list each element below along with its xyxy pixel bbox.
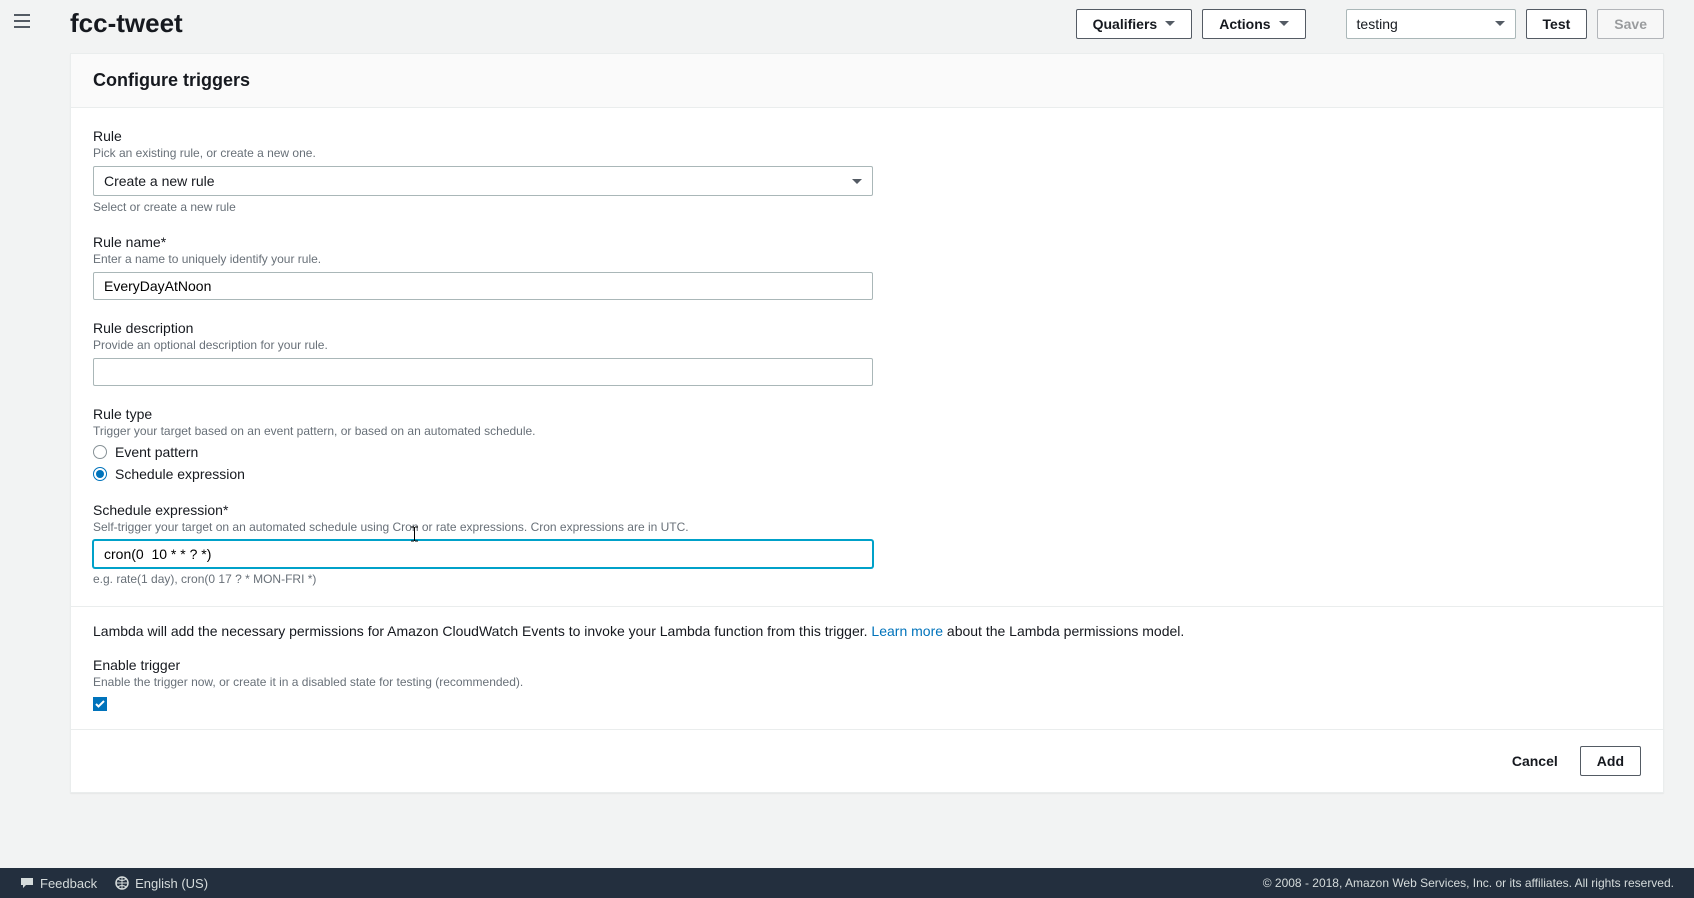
test-event-value: testing [1357, 16, 1398, 32]
rule-hint: Pick an existing rule, or create a new o… [93, 146, 873, 160]
footer-bar: Feedback English (US) © 2008 - 2018, Ama… [0, 868, 1694, 898]
rule-type-label: Rule type [93, 406, 873, 422]
radio-schedule-label: Schedule expression [115, 466, 245, 482]
rule-below-hint: Select or create a new rule [93, 200, 873, 214]
rule-name-hint: Enter a name to uniquely identify your r… [93, 252, 873, 266]
radio-event-pattern[interactable]: Event pattern [93, 444, 873, 460]
test-button[interactable]: Test [1526, 9, 1588, 39]
schedule-example: e.g. rate(1 day), cron(0 17 ? * MON-FRI … [93, 572, 873, 586]
rule-type-hint: Trigger your target based on an event pa… [93, 424, 873, 438]
radio-schedule-expression[interactable]: Schedule expression [93, 466, 873, 482]
panel-footer: Cancel Add [71, 729, 1663, 792]
permissions-info: Lambda will add the necessary permission… [93, 623, 1641, 639]
page-header: fcc-tweet Qualifiers Actions testing Tes… [70, 0, 1664, 53]
radio-icon-checked [93, 467, 107, 481]
test-event-select[interactable]: testing [1346, 9, 1516, 39]
qualifiers-label: Qualifiers [1093, 16, 1158, 32]
enable-trigger-checkbox[interactable] [93, 697, 107, 711]
feedback-link[interactable]: Feedback [20, 876, 97, 891]
page-title: fcc-tweet [70, 8, 1076, 39]
rule-desc-hint: Provide an optional description for your… [93, 338, 873, 352]
rule-label: Rule [93, 128, 873, 144]
schedule-expression-input[interactable] [93, 540, 873, 568]
configure-triggers-panel: Configure triggers Rule Pick an existing… [70, 53, 1664, 793]
schedule-hint: Self-trigger your target on an automated… [93, 520, 873, 534]
cancel-button[interactable]: Cancel [1500, 747, 1570, 775]
panel-header: Configure triggers [71, 54, 1663, 108]
rule-select-value: Create a new rule [104, 173, 215, 189]
language-selector[interactable]: English (US) [115, 876, 208, 891]
learn-more-link[interactable]: Learn more [871, 623, 943, 639]
enable-trigger-label: Enable trigger [93, 657, 873, 673]
speech-bubble-icon [20, 877, 34, 889]
rule-desc-label: Rule description [93, 320, 873, 336]
globe-icon [115, 876, 129, 890]
rule-name-input[interactable] [93, 272, 873, 300]
rule-desc-input[interactable] [93, 358, 873, 386]
chevron-down-icon [1165, 21, 1175, 26]
check-icon [95, 700, 105, 708]
radio-icon-unchecked [93, 445, 107, 459]
panel-title: Configure triggers [93, 70, 1641, 91]
add-button[interactable]: Add [1580, 746, 1641, 776]
chevron-down-icon [1279, 21, 1289, 26]
menu-hamburger-icon[interactable] [14, 14, 30, 28]
qualifiers-dropdown[interactable]: Qualifiers [1076, 9, 1193, 39]
copyright-text: © 2008 - 2018, Amazon Web Services, Inc.… [1263, 876, 1674, 890]
schedule-label: Schedule expression* [93, 502, 873, 518]
actions-dropdown[interactable]: Actions [1202, 9, 1305, 39]
rule-select[interactable]: Create a new rule [93, 166, 873, 196]
save-button: Save [1597, 9, 1664, 39]
chevron-down-icon [852, 179, 862, 184]
actions-label: Actions [1219, 16, 1270, 32]
enable-trigger-hint: Enable the trigger now, or create it in … [93, 675, 873, 689]
rule-name-label: Rule name* [93, 234, 873, 250]
radio-event-label: Event pattern [115, 444, 198, 460]
divider [71, 606, 1663, 607]
chevron-down-icon [1495, 21, 1505, 26]
